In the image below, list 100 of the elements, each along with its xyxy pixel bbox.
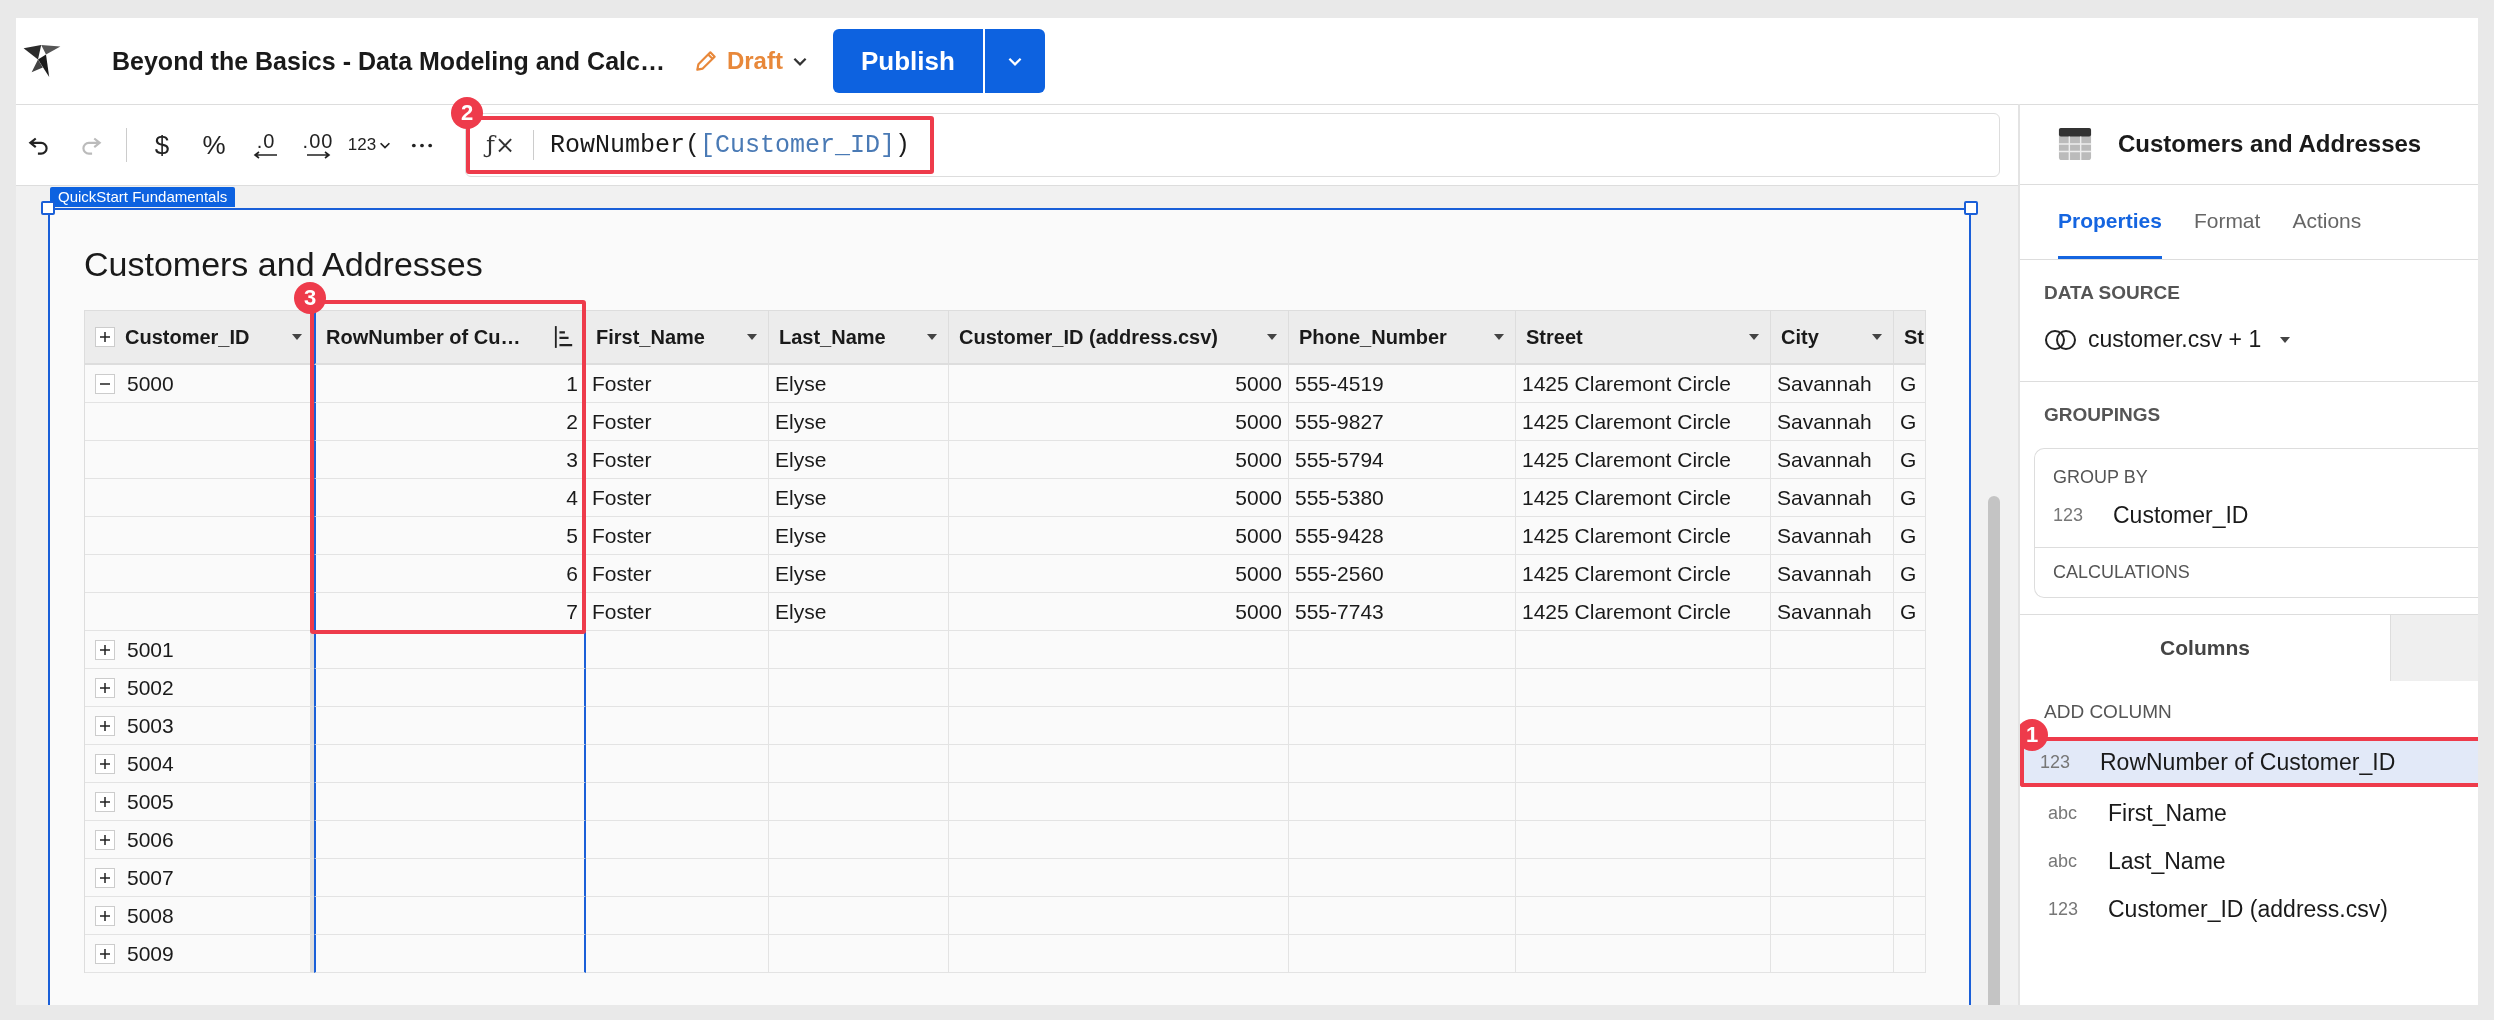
column-header[interactable]: Customer_ID (address.csv): [949, 311, 1289, 365]
table-cell: Savannah: [1771, 403, 1894, 441]
table-cell: 1425 Claremont Circle: [1516, 479, 1771, 517]
group-key: 5003: [127, 713, 174, 738]
format-button[interactable]: %: [191, 123, 237, 167]
panel-tab[interactable]: Format: [2193, 185, 2261, 259]
expand-all-icon[interactable]: [95, 327, 115, 347]
linked-circles-icon: [2044, 328, 2078, 351]
expand-icon[interactable]: [95, 715, 115, 736]
expand-icon[interactable]: [95, 677, 115, 698]
group-key: 5001: [127, 637, 174, 662]
table-cell: Elyse: [769, 365, 949, 403]
table-cell: G: [1894, 517, 1926, 555]
ellipsis-icon: [410, 141, 434, 149]
sort-icon[interactable]: [554, 324, 574, 350]
callout-badge: 3: [294, 282, 326, 314]
table-element-card[interactable]: [48, 208, 1971, 1005]
section-heading: GROUPINGS: [2044, 404, 2162, 426]
table-cell: 1425 Claremont Circle: [1516, 555, 1771, 593]
table-cell: Foster: [586, 555, 769, 593]
table-cell: 1425 Claremont Circle: [1516, 441, 1771, 479]
panel-tab[interactable]: Properties: [2058, 185, 2162, 259]
table-cell: 555-9827: [1289, 403, 1516, 441]
table-cell: Foster: [586, 365, 769, 403]
expand-icon[interactable]: [95, 829, 115, 850]
table-cell: Elyse: [769, 593, 949, 631]
expand-icon[interactable]: [95, 943, 115, 964]
expand-icon[interactable]: [95, 639, 115, 660]
document-title: Beyond the Basics - Data Modeling and Calc…: [112, 46, 665, 76]
publish-button[interactable]: Publish: [832, 29, 983, 93]
group-key: 5008: [127, 903, 174, 928]
table-cell: 5000: [949, 479, 1289, 517]
formula-paren: ): [895, 130, 911, 160]
callout-badge: 1: [2020, 719, 2048, 751]
table-cell: Savannah: [1771, 365, 1894, 403]
collapse-icon[interactable]: [95, 373, 115, 394]
table-cell: G: [1894, 403, 1926, 441]
dropdown-caret-icon: [2279, 335, 2292, 344]
table-title: Customers and Addresses: [84, 244, 484, 284]
column-list-item[interactable]: abc First_Name: [2020, 791, 2478, 835]
panel-tab[interactable]: Actions: [2292, 185, 2362, 259]
table-cell: Foster: [586, 593, 769, 631]
table-cell: 555-7743: [1289, 593, 1516, 631]
scrollbar[interactable]: [1988, 496, 2000, 1005]
expand-icon[interactable]: [95, 867, 115, 888]
column-header[interactable]: First_Name: [586, 311, 769, 365]
resize-handle[interactable]: [1964, 201, 1978, 215]
group-key: 5009: [127, 941, 174, 966]
expand-icon[interactable]: [95, 791, 115, 812]
dropdown-caret-icon[interactable]: [1266, 333, 1278, 341]
table-cell: Elyse: [769, 441, 949, 479]
table-cell: 1425 Claremont Circle: [1516, 365, 1771, 403]
table-cell: Elyse: [769, 517, 949, 555]
table-cell: Elyse: [769, 555, 949, 593]
dropdown-caret-icon[interactable]: [291, 333, 303, 341]
publish-options-button[interactable]: [982, 29, 1045, 93]
table-cell: 555-5380: [1289, 479, 1516, 517]
expand-icon[interactable]: [95, 905, 115, 926]
table-cell: 5000: [949, 555, 1289, 593]
column-header[interactable]: Phone_Number: [1289, 311, 1516, 365]
decrease-decimals-button[interactable]: .0: [243, 123, 289, 167]
format-button[interactable]: $: [139, 123, 185, 167]
column-header[interactable]: Last_Name: [769, 311, 949, 365]
table-cell: Foster: [586, 479, 769, 517]
table-cell: 1425 Claremont Circle: [1516, 593, 1771, 631]
table-cell: G: [1894, 365, 1926, 403]
column-list-item[interactable]: abc Last_Name: [2020, 839, 2478, 883]
group-by-item[interactable]: 123 Customer_ID: [2035, 488, 2478, 548]
table-cell: 1425 Claremont Circle: [1516, 403, 1771, 441]
column-header[interactable]: City: [1771, 311, 1894, 365]
panel-title: Customers and Addresses: [2118, 130, 2422, 158]
increase-decimals-button[interactable]: .00: [295, 123, 341, 167]
expand-icon[interactable]: [95, 753, 115, 774]
table-cell: 555-2560: [1289, 555, 1516, 593]
table-cell: Savannah: [1771, 441, 1894, 479]
table-cell: Foster: [586, 403, 769, 441]
table-cell: 5000: [949, 403, 1289, 441]
table-cell: Foster: [586, 441, 769, 479]
columns-tab[interactable]: Columns: [2020, 615, 2390, 681]
table-cell: G: [1894, 593, 1926, 631]
data-source-dropdown[interactable]: customer.csv + 1: [2044, 326, 2292, 353]
number-format-dropdown[interactable]: 123: [347, 123, 393, 167]
table-icon: [2058, 127, 2092, 161]
column-header[interactable]: St: [1894, 311, 1926, 365]
dropdown-caret-icon[interactable]: [926, 333, 938, 341]
table-cell: 555-9428: [1289, 517, 1516, 555]
column-list-item[interactable]: 123 Customer_ID (address.csv): [2020, 887, 2478, 931]
table-cell: 555-5794: [1289, 441, 1516, 479]
table-cell: G: [1894, 555, 1926, 593]
dropdown-caret-icon[interactable]: [1493, 333, 1505, 341]
column-header[interactable]: Street: [1516, 311, 1771, 365]
table-cell: Elyse: [769, 403, 949, 441]
dropdown-caret-icon[interactable]: [1871, 333, 1883, 341]
group-by-heading: GROUP BY: [2052, 466, 2149, 488]
table-cell: Foster: [586, 517, 769, 555]
dropdown-caret-icon[interactable]: [746, 333, 758, 341]
table-cell: Savannah: [1771, 517, 1894, 555]
dropdown-caret-icon[interactable]: [1748, 333, 1760, 341]
resize-handle[interactable]: [41, 201, 55, 215]
group-key: 5007: [127, 865, 174, 890]
